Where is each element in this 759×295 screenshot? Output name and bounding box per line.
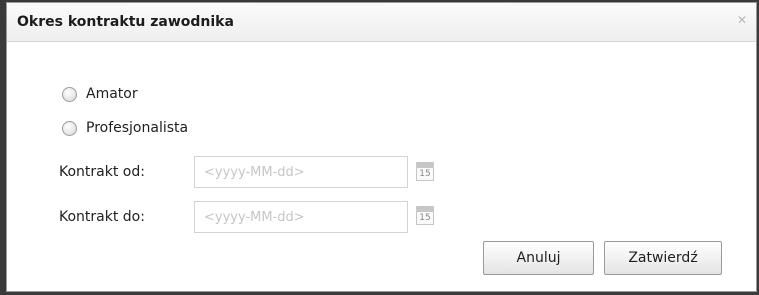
contract-from-label: Kontrakt od: — [59, 164, 145, 180]
calendar-icon[interactable]: 15 — [414, 162, 436, 184]
close-icon[interactable]: ✕ — [735, 13, 749, 27]
contract-period-dialog: Okres kontraktu zawodnika ✕ Amator Profe… — [6, 2, 757, 292]
contract-from-input[interactable] — [194, 156, 408, 188]
contract-to-input[interactable] — [194, 201, 408, 233]
radio-amator[interactable]: Amator — [62, 84, 138, 104]
dialog-titlebar: Okres kontraktu zawodnika ✕ — [7, 3, 756, 42]
dialog-title: Okres kontraktu zawodnika — [17, 14, 234, 30]
cancel-button[interactable]: Anuluj — [483, 241, 594, 275]
radio-label-profesjonalista: Profesjonalista — [86, 120, 189, 136]
confirm-button[interactable]: Zatwierdź — [604, 241, 722, 275]
contract-to-label: Kontrakt do: — [59, 209, 145, 225]
radio-label-amator: Amator — [86, 86, 138, 102]
calendar-day: 15 — [416, 211, 434, 225]
calendar-day: 15 — [416, 167, 434, 181]
radio-profesjonalista[interactable]: Profesjonalista — [62, 118, 188, 138]
calendar-icon[interactable]: 15 — [414, 206, 436, 228]
radio-button-amator[interactable] — [62, 86, 77, 102]
radio-button-profesjonalista[interactable] — [62, 120, 77, 136]
